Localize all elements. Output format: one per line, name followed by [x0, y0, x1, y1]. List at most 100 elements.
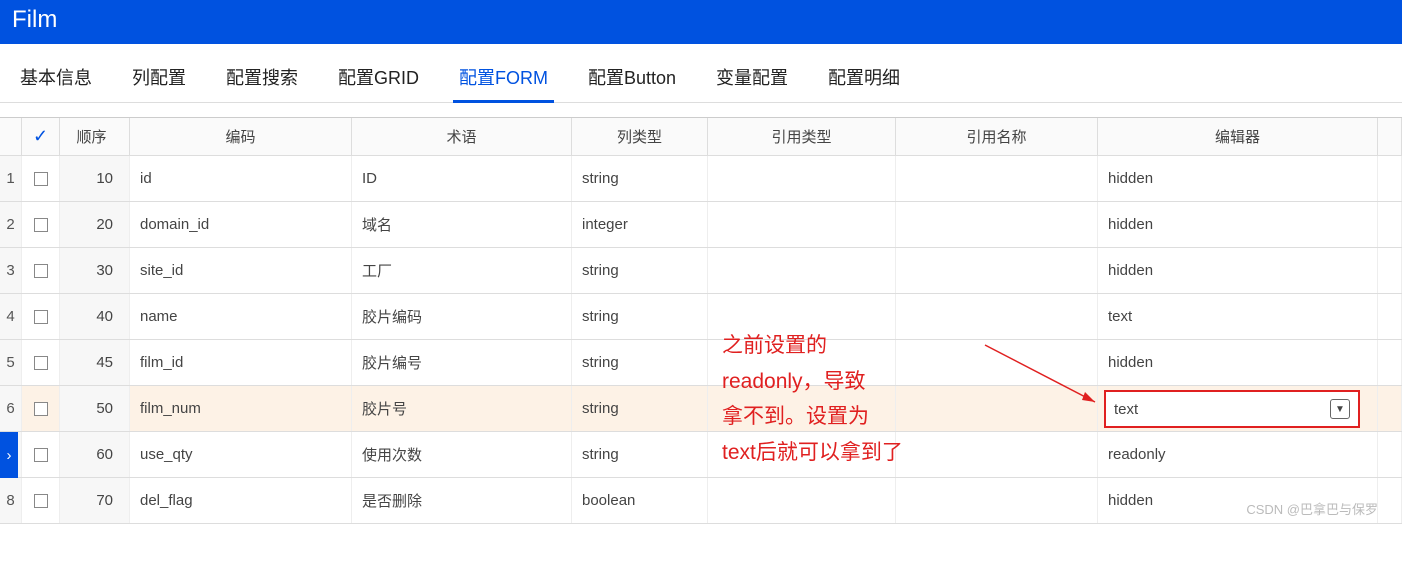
- cell-code[interactable]: use_qty: [130, 432, 352, 477]
- cell-seq[interactable]: 10: [60, 156, 130, 201]
- cell-refname[interactable]: [896, 156, 1098, 201]
- tab-search-config[interactable]: 配置搜索: [224, 58, 300, 102]
- cell-type[interactable]: string: [572, 340, 708, 385]
- cell-reftype[interactable]: [708, 202, 896, 247]
- cell-term[interactable]: 域名: [352, 202, 572, 247]
- col-header-check[interactable]: ✓: [22, 118, 60, 155]
- cell-seq[interactable]: 20: [60, 202, 130, 247]
- checkbox-icon[interactable]: [34, 310, 48, 324]
- checkbox-icon[interactable]: [34, 356, 48, 370]
- cell-editor[interactable]: text: [1098, 294, 1378, 339]
- table-row[interactable]: 870del_flag是否删除booleanhidden: [0, 478, 1402, 524]
- table-row[interactable]: 110idIDstringhidden: [0, 156, 1402, 202]
- cell-seq[interactable]: 30: [60, 248, 130, 293]
- cell-type[interactable]: boolean: [572, 478, 708, 523]
- tab-button-config[interactable]: 配置Button: [586, 58, 678, 102]
- row-checkbox-cell[interactable]: [22, 432, 60, 477]
- tab-grid-config[interactable]: 配置GRID: [336, 58, 421, 102]
- cell-type[interactable]: string: [572, 248, 708, 293]
- row-checkbox-cell[interactable]: [22, 202, 60, 247]
- row-checkbox-cell[interactable]: [22, 156, 60, 201]
- checkbox-icon[interactable]: [34, 218, 48, 232]
- cell-refname[interactable]: [896, 432, 1098, 477]
- tab-variable-config[interactable]: 变量配置: [714, 58, 790, 102]
- cell-seq[interactable]: 50: [60, 386, 130, 431]
- col-header-reftype[interactable]: 引用类型: [708, 118, 896, 155]
- tab-form-config[interactable]: 配置FORM: [457, 58, 550, 102]
- cell-reftype[interactable]: [708, 478, 896, 523]
- chevron-down-icon[interactable]: ▼: [1330, 399, 1350, 419]
- checkbox-icon[interactable]: [34, 402, 48, 416]
- table-row[interactable]: 440name胶片编码stringtext: [0, 294, 1402, 340]
- cell-reftype[interactable]: [708, 386, 896, 431]
- cell-term[interactable]: ID: [352, 156, 572, 201]
- cell-code[interactable]: film_id: [130, 340, 352, 385]
- editor-dropdown[interactable]: text ▼: [1104, 390, 1360, 428]
- cell-code[interactable]: del_flag: [130, 478, 352, 523]
- cell-reftype[interactable]: [708, 156, 896, 201]
- cell-refname[interactable]: [896, 340, 1098, 385]
- cell-seq[interactable]: 60: [60, 432, 130, 477]
- cell-reftype[interactable]: [708, 248, 896, 293]
- cell-editor[interactable]: hidden: [1098, 248, 1378, 293]
- cell-code[interactable]: site_id: [130, 248, 352, 293]
- cell-end: [1378, 156, 1402, 201]
- cell-code[interactable]: domain_id: [130, 202, 352, 247]
- cell-type[interactable]: string: [572, 386, 708, 431]
- cell-editor[interactable]: hidden: [1098, 202, 1378, 247]
- cell-type[interactable]: string: [572, 432, 708, 477]
- cell-refname[interactable]: [896, 294, 1098, 339]
- row-checkbox-cell[interactable]: [22, 340, 60, 385]
- editor-value: text: [1114, 401, 1138, 418]
- cell-reftype[interactable]: [708, 294, 896, 339]
- cell-refname[interactable]: [896, 202, 1098, 247]
- tab-detail-config[interactable]: 配置明细: [826, 58, 902, 102]
- checkbox-icon[interactable]: [34, 494, 48, 508]
- cell-seq[interactable]: 40: [60, 294, 130, 339]
- cell-editor[interactable]: readonly: [1098, 432, 1378, 477]
- col-header-refname[interactable]: 引用名称: [896, 118, 1098, 155]
- cell-code[interactable]: id: [130, 156, 352, 201]
- cell-editor[interactable]: hidden: [1098, 156, 1378, 201]
- table-row[interactable]: 220domain_id域名integerhidden: [0, 202, 1402, 248]
- cell-type[interactable]: integer: [572, 202, 708, 247]
- cell-editor[interactable]: hidden: [1098, 340, 1378, 385]
- cell-type[interactable]: string: [572, 156, 708, 201]
- cell-code[interactable]: film_num: [130, 386, 352, 431]
- cell-seq[interactable]: 70: [60, 478, 130, 523]
- col-header-editor[interactable]: 编辑器: [1098, 118, 1378, 155]
- cell-term[interactable]: 胶片号: [352, 386, 572, 431]
- cell-term[interactable]: 工厂: [352, 248, 572, 293]
- row-checkbox-cell[interactable]: [22, 248, 60, 293]
- table-row[interactable]: 3 30site_id工厂string hidden: [0, 248, 1402, 294]
- col-header-type[interactable]: 列类型: [572, 118, 708, 155]
- table-row[interactable]: 650film_num胶片号stringtext▼: [0, 386, 1402, 432]
- col-header-code[interactable]: 编码: [130, 118, 352, 155]
- cell-refname[interactable]: [896, 248, 1098, 293]
- col-header-term[interactable]: 术语: [352, 118, 572, 155]
- cell-term[interactable]: 胶片编号: [352, 340, 572, 385]
- cell-reftype[interactable]: [708, 340, 896, 385]
- cell-editor[interactable]: text ▼: [1098, 386, 1378, 431]
- tab-basic-info[interactable]: 基本信息: [18, 58, 94, 102]
- row-index: 3: [0, 248, 22, 293]
- row-checkbox-cell[interactable]: [22, 478, 60, 523]
- cell-reftype[interactable]: [708, 432, 896, 477]
- table-row[interactable]: 60use_qty使用次数string readonly: [0, 432, 1402, 478]
- cell-term[interactable]: 胶片编码: [352, 294, 572, 339]
- row-checkbox-cell[interactable]: [22, 294, 60, 339]
- tab-column-config[interactable]: 列配置: [130, 58, 188, 102]
- checkbox-icon[interactable]: [34, 448, 48, 462]
- cell-code[interactable]: name: [130, 294, 352, 339]
- checkbox-icon[interactable]: [34, 172, 48, 186]
- cell-term[interactable]: 是否删除: [352, 478, 572, 523]
- row-checkbox-cell[interactable]: [22, 386, 60, 431]
- col-header-seq[interactable]: 顺序: [60, 118, 130, 155]
- table-row[interactable]: 545film_id胶片编号stringhidden: [0, 340, 1402, 386]
- checkbox-icon[interactable]: [34, 264, 48, 278]
- cell-seq[interactable]: 45: [60, 340, 130, 385]
- cell-type[interactable]: string: [572, 294, 708, 339]
- cell-refname[interactable]: [896, 386, 1098, 431]
- cell-term[interactable]: 使用次数: [352, 432, 572, 477]
- cell-refname[interactable]: [896, 478, 1098, 523]
